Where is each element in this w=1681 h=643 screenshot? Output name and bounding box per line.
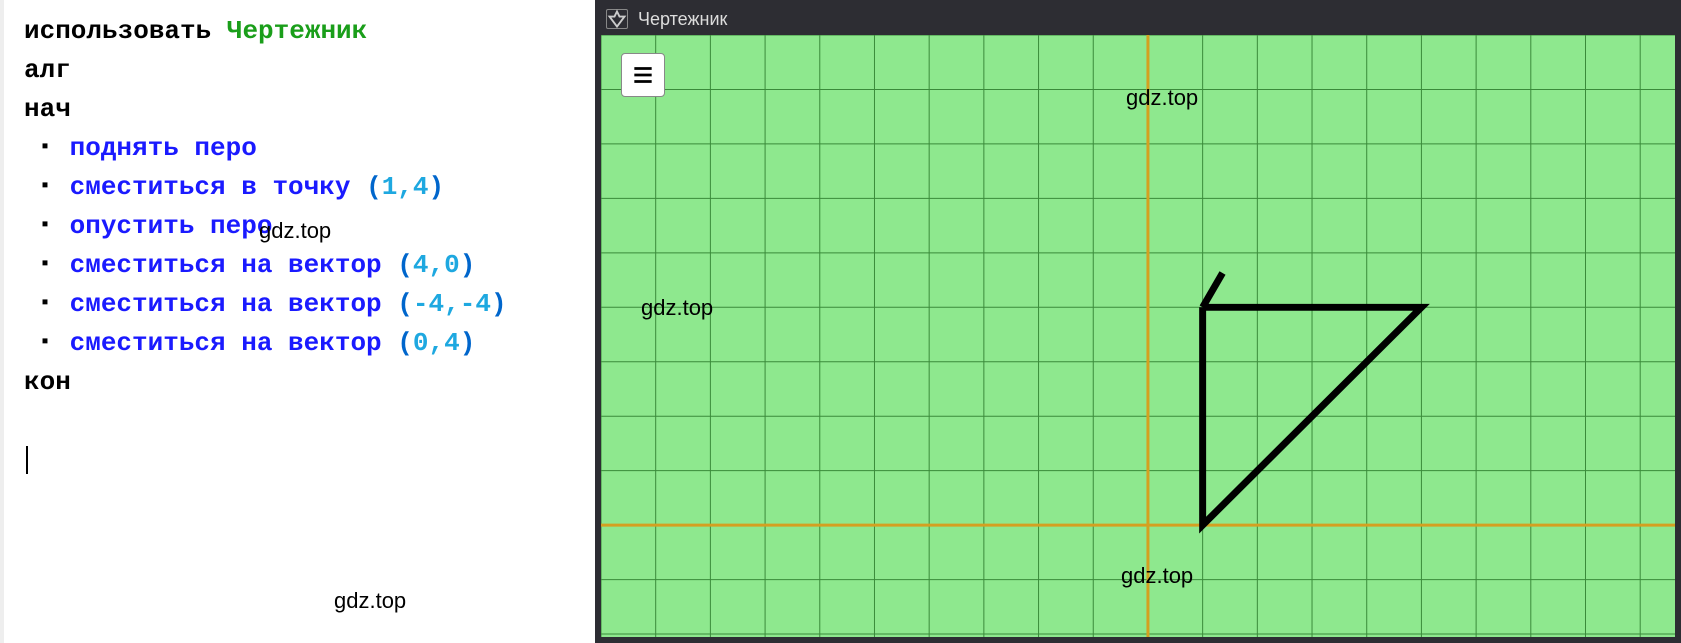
code-line-alg: алг xyxy=(24,51,575,90)
canvas-title: Чертежник xyxy=(638,9,727,30)
code-line-vec2: ▪ сместиться на вектор (-4,-4) xyxy=(24,285,575,324)
watermark: gdz.top xyxy=(641,295,713,321)
pin-button[interactable] xyxy=(606,9,628,29)
coordinate-grid xyxy=(601,35,1675,637)
code-line-use: использовать Чертежник xyxy=(24,12,575,51)
canvas-panel: Чертежник gdz.top gdz.top gdz.top xyxy=(595,0,1681,643)
watermark: gdz.top xyxy=(1126,85,1198,111)
canvas-titlebar: Чертежник xyxy=(598,3,1678,35)
watermark: gdz.top xyxy=(259,218,331,244)
code-line-blank xyxy=(24,402,575,441)
code-line-end: кон xyxy=(24,363,575,402)
watermark: gdz.top xyxy=(1121,563,1193,589)
code-line-begin: нач xyxy=(24,90,575,129)
pin-icon xyxy=(607,9,627,29)
hamburger-icon xyxy=(630,62,656,88)
canvas-drawing-area[interactable]: gdz.top gdz.top gdz.top xyxy=(601,35,1675,637)
code-line-penup: ▪ поднять перо xyxy=(24,129,575,168)
code-line-vec3: ▪ сместиться на вектор (0,4) xyxy=(24,324,575,363)
canvas-menu-button[interactable] xyxy=(621,53,665,97)
watermark: gdz.top xyxy=(334,588,406,614)
code-line-moveto: ▪ сместиться в точку (1,4) xyxy=(24,168,575,207)
code-line-vec1: ▪ сместиться на вектор (4,0) xyxy=(24,246,575,285)
code-line-cursor xyxy=(24,441,575,480)
code-editor-panel[interactable]: использовать Чертежник алг нач ▪ поднять… xyxy=(0,0,595,643)
text-cursor xyxy=(26,446,28,474)
